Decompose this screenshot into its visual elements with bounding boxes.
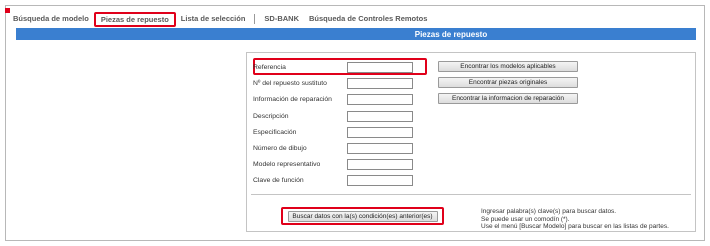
search-form-panel: Referencia Nº del repuesto sustituto Inf… [246, 52, 696, 232]
field-label: Modelo representativo [253, 160, 321, 168]
field-row-descripcion: Descripción [253, 110, 413, 122]
page-title: Piezas de repuesto [414, 29, 488, 39]
field-row-modelo-representativo: Modelo representativo [253, 158, 413, 170]
informacion-reparacion-input[interactable] [347, 93, 413, 105]
field-label: Nº del repuesto sustituto [253, 79, 327, 87]
help-text: Ingresar palabra(s) clave(s) para buscar… [481, 208, 691, 231]
field-label: Información de reparación [253, 95, 332, 103]
numero-dibujo-input[interactable] [347, 142, 413, 154]
form-divider [251, 194, 691, 195]
field-row-informacion-reparacion: Información de reparación [253, 93, 413, 105]
repuesto-sustituto-input[interactable] [347, 77, 413, 89]
field-label: Clave de función [253, 176, 304, 184]
field-label: Descripción [253, 112, 289, 120]
descripcion-input[interactable] [347, 110, 413, 122]
help-line: Use el menú [Buscar Modelo] para buscar … [481, 223, 669, 230]
field-row-referencia: Referencia [253, 61, 413, 73]
tab-busqueda-de-modelo[interactable]: Búsqueda de modelo [8, 12, 94, 26]
clave-funcion-input[interactable] [347, 174, 413, 186]
field-label: Número de dibujo [253, 144, 307, 152]
field-label: Referencia [253, 63, 286, 71]
especificacion-input[interactable] [347, 126, 413, 138]
top-nav: Búsqueda de modelo Piezas de repuesto Li… [8, 11, 696, 27]
field-row-clave-funcion: Clave de función [253, 174, 413, 186]
tab-busqueda-de-controles-remotos[interactable]: Búsqueda de Controles Remotos [304, 12, 432, 26]
referencia-input[interactable] [347, 61, 413, 73]
find-applicable-models-button[interactable]: Encontrar los modelos aplicables [438, 61, 578, 72]
search-with-conditions-button[interactable]: Buscar datos con la(s) condición(es) ant… [287, 210, 438, 222]
field-row-especificacion: Especificación [253, 126, 413, 138]
tab-sd-bank[interactable]: SD-BANK [259, 12, 304, 26]
page-title-bar: Piezas de repuesto [16, 28, 696, 40]
tab-lista-de-seleccion[interactable]: Lista de selección [176, 12, 251, 26]
help-line: Ingresar palabra(s) clave(s) para buscar… [481, 208, 617, 215]
help-line: Se puede usar un comodín (*). [481, 215, 570, 223]
field-label: Especificación [253, 128, 297, 136]
find-original-parts-button[interactable]: Encontrar piezas originales [438, 77, 578, 88]
tab-divider [254, 14, 256, 24]
search-button-highlight: Buscar datos con la(s) condición(es) ant… [281, 207, 444, 225]
tab-piezas-de-repuesto[interactable]: Piezas de repuesto [93, 11, 176, 27]
modelo-representativo-input[interactable] [347, 158, 413, 170]
field-row-numero-dibujo: Número de dibujo [253, 142, 413, 154]
find-repair-info-button[interactable]: Encontrar la informacion de reparación [438, 93, 578, 104]
field-row-repuesto-sustituto: Nº del repuesto sustituto [253, 77, 413, 89]
